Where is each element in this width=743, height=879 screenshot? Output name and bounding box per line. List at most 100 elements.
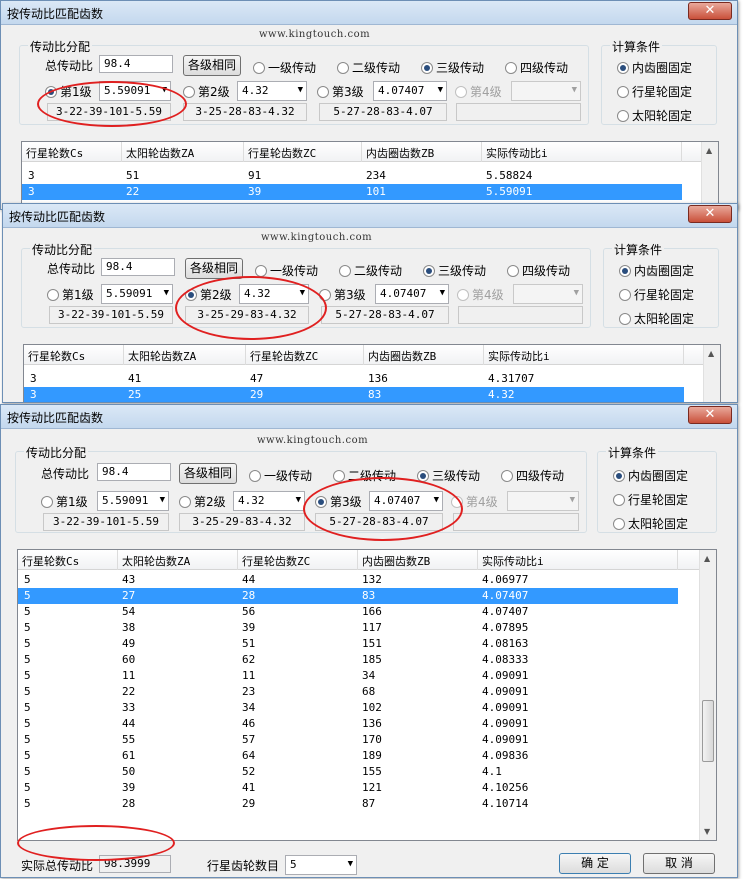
table-row[interactable]: 5 44 46 136 4.09091 — [18, 716, 678, 732]
radio-sun-fixed[interactable]: 太阳轮固定 — [619, 310, 694, 327]
cancel-button[interactable]: 取 消 — [643, 853, 715, 874]
radio-stage1[interactable]: 第1级 — [45, 83, 92, 100]
stage1-ratio-select[interactable]: 5.59091 ▼ — [99, 81, 171, 101]
radio-stage2[interactable]: 第2级 — [185, 286, 232, 303]
total-ratio-input[interactable]: 98.4 — [97, 463, 171, 481]
table-row[interactable]: 5 33 34 102 4.09091 — [18, 700, 678, 716]
table-row[interactable]: 5 43 44 132 4.06977 — [18, 572, 678, 588]
column-header[interactable]: 内齿圈齿数ZB — [362, 142, 482, 162]
radio-stage3[interactable]: 第3级 — [319, 286, 366, 303]
column-header[interactable]: 行星轮齿数ZC — [238, 550, 358, 570]
results-table[interactable]: 行星轮数Cs 太阳轮齿数ZA 行星轮齿数ZC 内齿圈齿数ZB 实际传动比i 54… — [17, 549, 717, 841]
radio-two-stage[interactable]: 二级传动 — [337, 59, 400, 76]
title-bar[interactable]: 按传动比匹配齿数 ✕ — [1, 405, 737, 429]
vertical-scrollbar[interactable]: ▲ — [703, 345, 720, 402]
stage1-ratio-select[interactable]: 5.59091 ▼ — [101, 284, 173, 304]
table-row[interactable]: 5 49 51 151 4.08163 — [18, 636, 678, 652]
vertical-scrollbar[interactable]: ▲ — [701, 142, 718, 209]
table-row[interactable]: 5 38 39 117 4.07895 — [18, 620, 678, 636]
radio-four-stage[interactable]: 四级传动 — [507, 262, 570, 279]
column-header[interactable]: 内齿圈齿数ZB — [358, 550, 478, 570]
ok-button[interactable]: 确 定 — [559, 853, 631, 874]
table-row[interactable]: 5 60 62 185 4.08333 — [18, 652, 678, 668]
stage3-ratio-select[interactable]: 4.07407 ▼ — [373, 81, 447, 101]
table-row[interactable]: 5 61 64 189 4.09836 — [18, 748, 678, 764]
stage4-ratio-select[interactable]: ▼ — [513, 284, 583, 304]
radio-one-stage[interactable]: 一级传动 — [253, 59, 316, 76]
equal-stages-button[interactable]: 各级相同 — [185, 258, 243, 279]
column-header[interactable]: 行星轮数Cs — [22, 142, 122, 162]
radio-stage3[interactable]: 第3级 — [315, 493, 362, 510]
radio-ring-fixed[interactable]: 内齿圈固定 — [617, 59, 692, 76]
radio-three-stage[interactable]: 三级传动 — [423, 262, 486, 279]
column-header[interactable]: 行星轮齿数ZC — [246, 345, 364, 365]
scroll-up-icon[interactable]: ▲ — [704, 554, 710, 563]
equal-stages-button[interactable]: 各级相同 — [183, 55, 241, 76]
radio-stage3[interactable]: 第3级 — [317, 83, 364, 100]
column-header[interactable]: 行星轮齿数ZC — [244, 142, 362, 162]
stage4-ratio-select[interactable]: ▼ — [507, 491, 579, 511]
column-header[interactable]: 太阳轮齿数ZA — [124, 345, 246, 365]
radio-two-stage[interactable]: 二级传动 — [339, 262, 402, 279]
radio-ring-fixed[interactable]: 内齿圈固定 — [613, 467, 688, 484]
radio-two-stage[interactable]: 二级传动 — [333, 467, 396, 484]
column-header[interactable]: 行星轮数Cs — [18, 550, 118, 570]
radio-stage1[interactable]: 第1级 — [41, 493, 88, 510]
results-table[interactable]: 行星轮数Cs 太阳轮齿数ZA 行星轮齿数ZC 内齿圈齿数ZB 实际传动比i 3 4… — [23, 344, 721, 402]
title-bar[interactable]: 按传动比匹配齿数 ✕ — [3, 204, 737, 228]
stage3-ratio-select[interactable]: 4.07407 ▼ — [375, 284, 449, 304]
radio-sun-fixed[interactable]: 太阳轮固定 — [613, 515, 688, 532]
stage1-ratio-select[interactable]: 5.59091 ▼ — [97, 491, 169, 511]
radio-stage4[interactable]: 第4级 — [455, 83, 502, 100]
table-row[interactable]: 5 50 52 155 4.1 — [18, 764, 678, 780]
close-button[interactable]: ✕ — [688, 2, 732, 20]
scroll-up-icon[interactable]: ▲ — [708, 349, 714, 358]
stage4-ratio-select[interactable]: ▼ — [511, 81, 581, 101]
table-row[interactable]: 5 28 29 87 4.10714 — [18, 796, 678, 812]
results-table[interactable]: 行星轮数Cs 太阳轮齿数ZA 行星轮齿数ZC 内齿圈齿数ZB 实际传动比i 3 5… — [21, 141, 719, 209]
column-header[interactable]: 实际传动比i — [482, 142, 682, 162]
radio-stage1[interactable]: 第1级 — [47, 286, 94, 303]
column-header[interactable]: 太阳轮齿数ZA — [118, 550, 238, 570]
radio-four-stage[interactable]: 四级传动 — [505, 59, 568, 76]
table-row[interactable]: 5 55 57 170 4.09091 — [18, 732, 678, 748]
radio-one-stage[interactable]: 一级传动 — [249, 467, 312, 484]
close-button[interactable]: ✕ — [688, 406, 732, 424]
radio-stage2[interactable]: 第2级 — [179, 493, 226, 510]
column-header[interactable]: 内齿圈齿数ZB — [364, 345, 484, 365]
table-row-selected[interactable]: 3 25 29 83 4.32 — [24, 387, 684, 402]
total-ratio-input[interactable]: 98.4 — [99, 55, 173, 73]
radio-four-stage[interactable]: 四级传动 — [501, 467, 564, 484]
stage3-ratio-select[interactable]: 4.07407 ▼ — [369, 491, 443, 511]
table-row[interactable]: 5 39 41 121 4.10256 — [18, 780, 678, 796]
column-header[interactable]: 太阳轮齿数ZA — [122, 142, 244, 162]
planet-count-select[interactable]: 5 ▼ — [285, 855, 357, 875]
radio-stage4[interactable]: 第4级 — [451, 493, 498, 510]
column-header[interactable]: 实际传动比i — [478, 550, 678, 570]
radio-planet-fixed[interactable]: 行星轮固定 — [619, 286, 694, 303]
total-ratio-input[interactable]: 98.4 — [101, 258, 175, 276]
table-row-selected[interactable]: 3 22 39 101 5.59091 — [22, 184, 682, 200]
scroll-thumb[interactable] — [702, 700, 714, 762]
column-header[interactable]: 实际传动比i — [484, 345, 684, 365]
radio-three-stage[interactable]: 三级传动 — [417, 467, 480, 484]
radio-one-stage[interactable]: 一级传动 — [255, 262, 318, 279]
table-row-selected[interactable]: 5 27 28 83 4.07407 — [18, 588, 678, 604]
table-row[interactable]: 5 11 11 34 4.09091 — [18, 668, 678, 684]
title-bar[interactable]: 按传动比匹配齿数 ✕ — [1, 1, 737, 25]
close-button[interactable]: ✕ — [688, 205, 732, 223]
table-row[interactable]: 5 54 56 166 4.07407 — [18, 604, 678, 620]
stage2-ratio-select[interactable]: 4.32 ▼ — [239, 284, 309, 304]
radio-stage4[interactable]: 第4级 — [457, 286, 504, 303]
radio-ring-fixed[interactable]: 内齿圈固定 — [619, 262, 694, 279]
scroll-down-icon[interactable]: ▼ — [704, 827, 710, 836]
radio-sun-fixed[interactable]: 太阳轮固定 — [617, 107, 692, 124]
radio-stage2[interactable]: 第2级 — [183, 83, 230, 100]
scroll-up-icon[interactable]: ▲ — [706, 146, 712, 155]
column-header[interactable]: 行星轮数Cs — [24, 345, 124, 365]
table-row[interactable]: 3 41 47 136 4.31707 — [24, 371, 684, 387]
stage2-ratio-select[interactable]: 4.32 ▼ — [233, 491, 305, 511]
radio-planet-fixed[interactable]: 行星轮固定 — [617, 83, 692, 100]
radio-three-stage[interactable]: 三级传动 — [421, 59, 484, 76]
stage2-ratio-select[interactable]: 4.32 ▼ — [237, 81, 307, 101]
